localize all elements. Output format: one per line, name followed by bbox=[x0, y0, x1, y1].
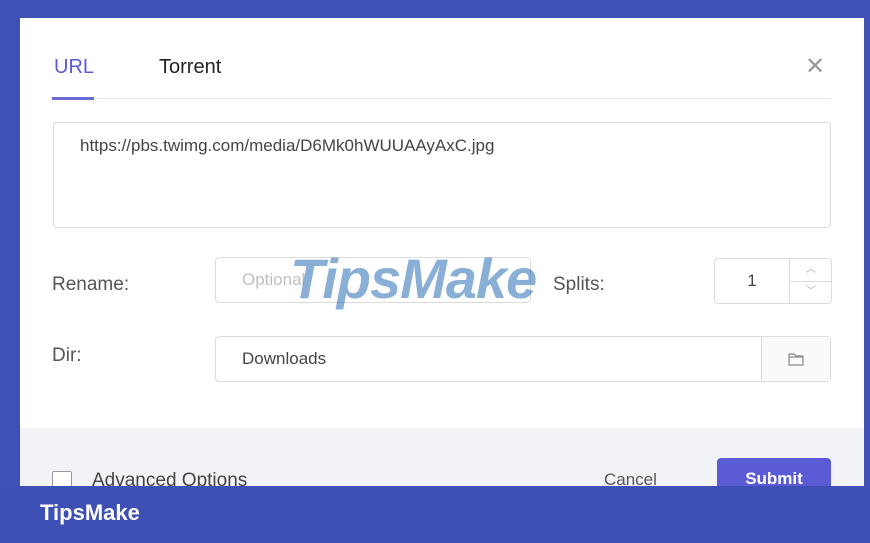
brand-bar: TipsMake bbox=[0, 486, 870, 543]
splits-value[interactable]: 1 bbox=[715, 259, 789, 303]
rename-label: Rename: bbox=[52, 274, 130, 295]
active-tab-indicator bbox=[52, 97, 94, 100]
dir-value[interactable]: Downloads bbox=[242, 337, 326, 381]
dialog-footer: Advanced Options Cancel Submit bbox=[20, 428, 864, 486]
tab-url[interactable]: URL bbox=[54, 56, 94, 79]
new-task-dialog: URL Torrent ✕ Rename: Splits: 1 ︿ ﹀ Dir:… bbox=[20, 18, 864, 486]
dir-label: Dir: bbox=[52, 345, 82, 366]
close-icon[interactable]: ✕ bbox=[802, 54, 828, 80]
brand-logo: TipsMake bbox=[40, 500, 140, 525]
chevron-down-icon[interactable]: ﹀ bbox=[789, 281, 832, 303]
tab-torrent-label: Torrent bbox=[159, 56, 222, 78]
cancel-button[interactable]: Cancel bbox=[604, 470, 657, 486]
url-textarea[interactable] bbox=[53, 122, 831, 228]
chevron-up-icon[interactable]: ︿ bbox=[789, 259, 832, 282]
tab-url-label: URL bbox=[54, 56, 95, 78]
submit-button[interactable]: Submit bbox=[717, 458, 831, 486]
tab-torrent[interactable]: Torrent bbox=[159, 56, 221, 79]
folder-icon[interactable] bbox=[761, 337, 830, 381]
splits-stepper[interactable]: 1 ︿ ﹀ bbox=[714, 258, 832, 304]
advanced-options-label[interactable]: Advanced Options bbox=[92, 470, 247, 486]
dir-field[interactable]: Downloads bbox=[215, 336, 831, 382]
advanced-options-checkbox[interactable] bbox=[52, 471, 72, 486]
rename-input[interactable] bbox=[215, 257, 531, 303]
splits-label: Splits: bbox=[553, 274, 605, 295]
tab-bar: URL Torrent bbox=[52, 56, 830, 100]
